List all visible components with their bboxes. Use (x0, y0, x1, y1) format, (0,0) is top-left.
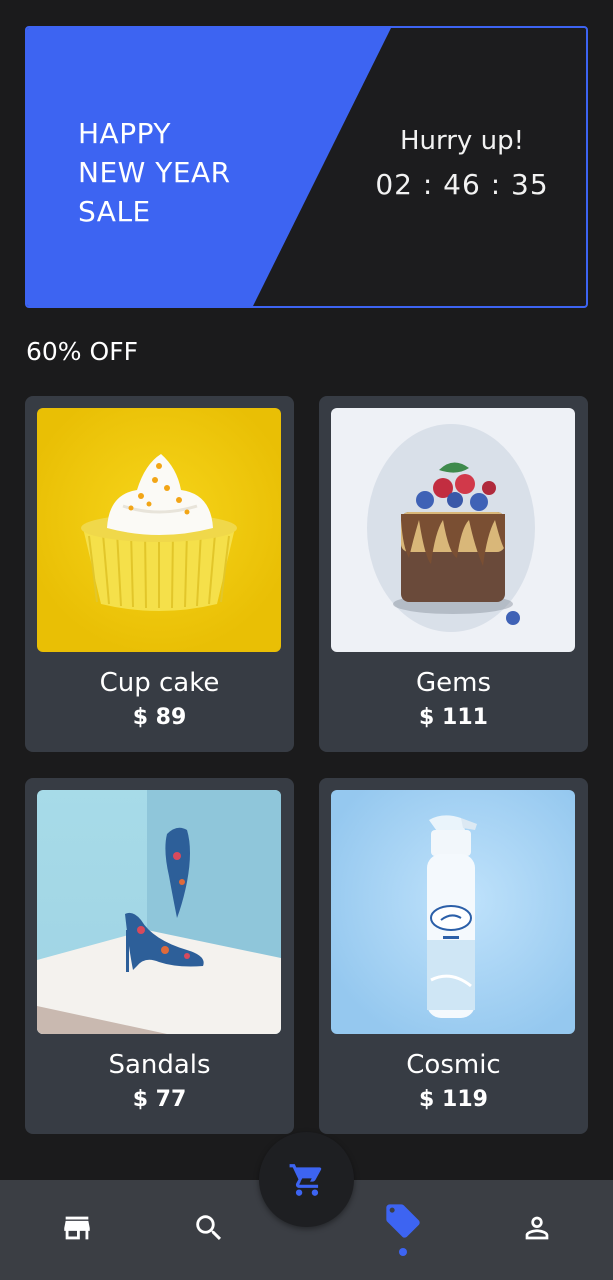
cart-button[interactable] (259, 1132, 354, 1227)
product-price: $ 111 (419, 705, 488, 730)
nav-search-button[interactable] (187, 1206, 231, 1250)
countdown-timer: 02 : 46 : 35 (375, 168, 549, 201)
banner-timer: Hurry up! 02 : 46 : 35 (357, 124, 567, 202)
hurry-label: Hurry up! (399, 126, 524, 156)
product-image-cosmic (331, 790, 575, 1034)
store-icon (64, 1216, 90, 1240)
product-card[interactable]: Cup cake $ 89 (25, 396, 294, 752)
nav-profile-button[interactable] (515, 1206, 559, 1250)
product-image-gems (331, 408, 575, 652)
search-icon (196, 1215, 222, 1241)
product-card[interactable]: Cosmic $ 119 (319, 778, 588, 1134)
person-icon (525, 1216, 549, 1240)
section-title: 60% OFF (26, 337, 138, 366)
banner-title: HAPPY NEW YEAR SALE (78, 117, 231, 228)
product-price: $ 119 (419, 1087, 488, 1112)
product-image-cupcake (37, 408, 281, 652)
active-indicator-dot (399, 1248, 407, 1256)
product-name: Gems (415, 668, 492, 698)
nav-offers-button[interactable] (381, 1199, 425, 1243)
cart-icon (289, 1163, 321, 1196)
product-price: $ 77 (132, 1087, 187, 1112)
product-name: Cup cake (99, 668, 220, 698)
nav-store-button[interactable] (55, 1206, 99, 1250)
product-price: $ 89 (132, 705, 187, 730)
product-image-sandals (37, 790, 281, 1034)
product-name: Cosmic (406, 1050, 501, 1080)
tag-icon (386, 1204, 420, 1238)
product-card[interactable]: Gems $ 111 (319, 396, 588, 752)
sale-banner[interactable]: HAPPY NEW YEAR SALE Hurry up! 02 : 46 : … (25, 26, 588, 308)
product-name: Sandals (108, 1050, 211, 1080)
product-card[interactable]: Sandals $ 77 (25, 778, 294, 1134)
